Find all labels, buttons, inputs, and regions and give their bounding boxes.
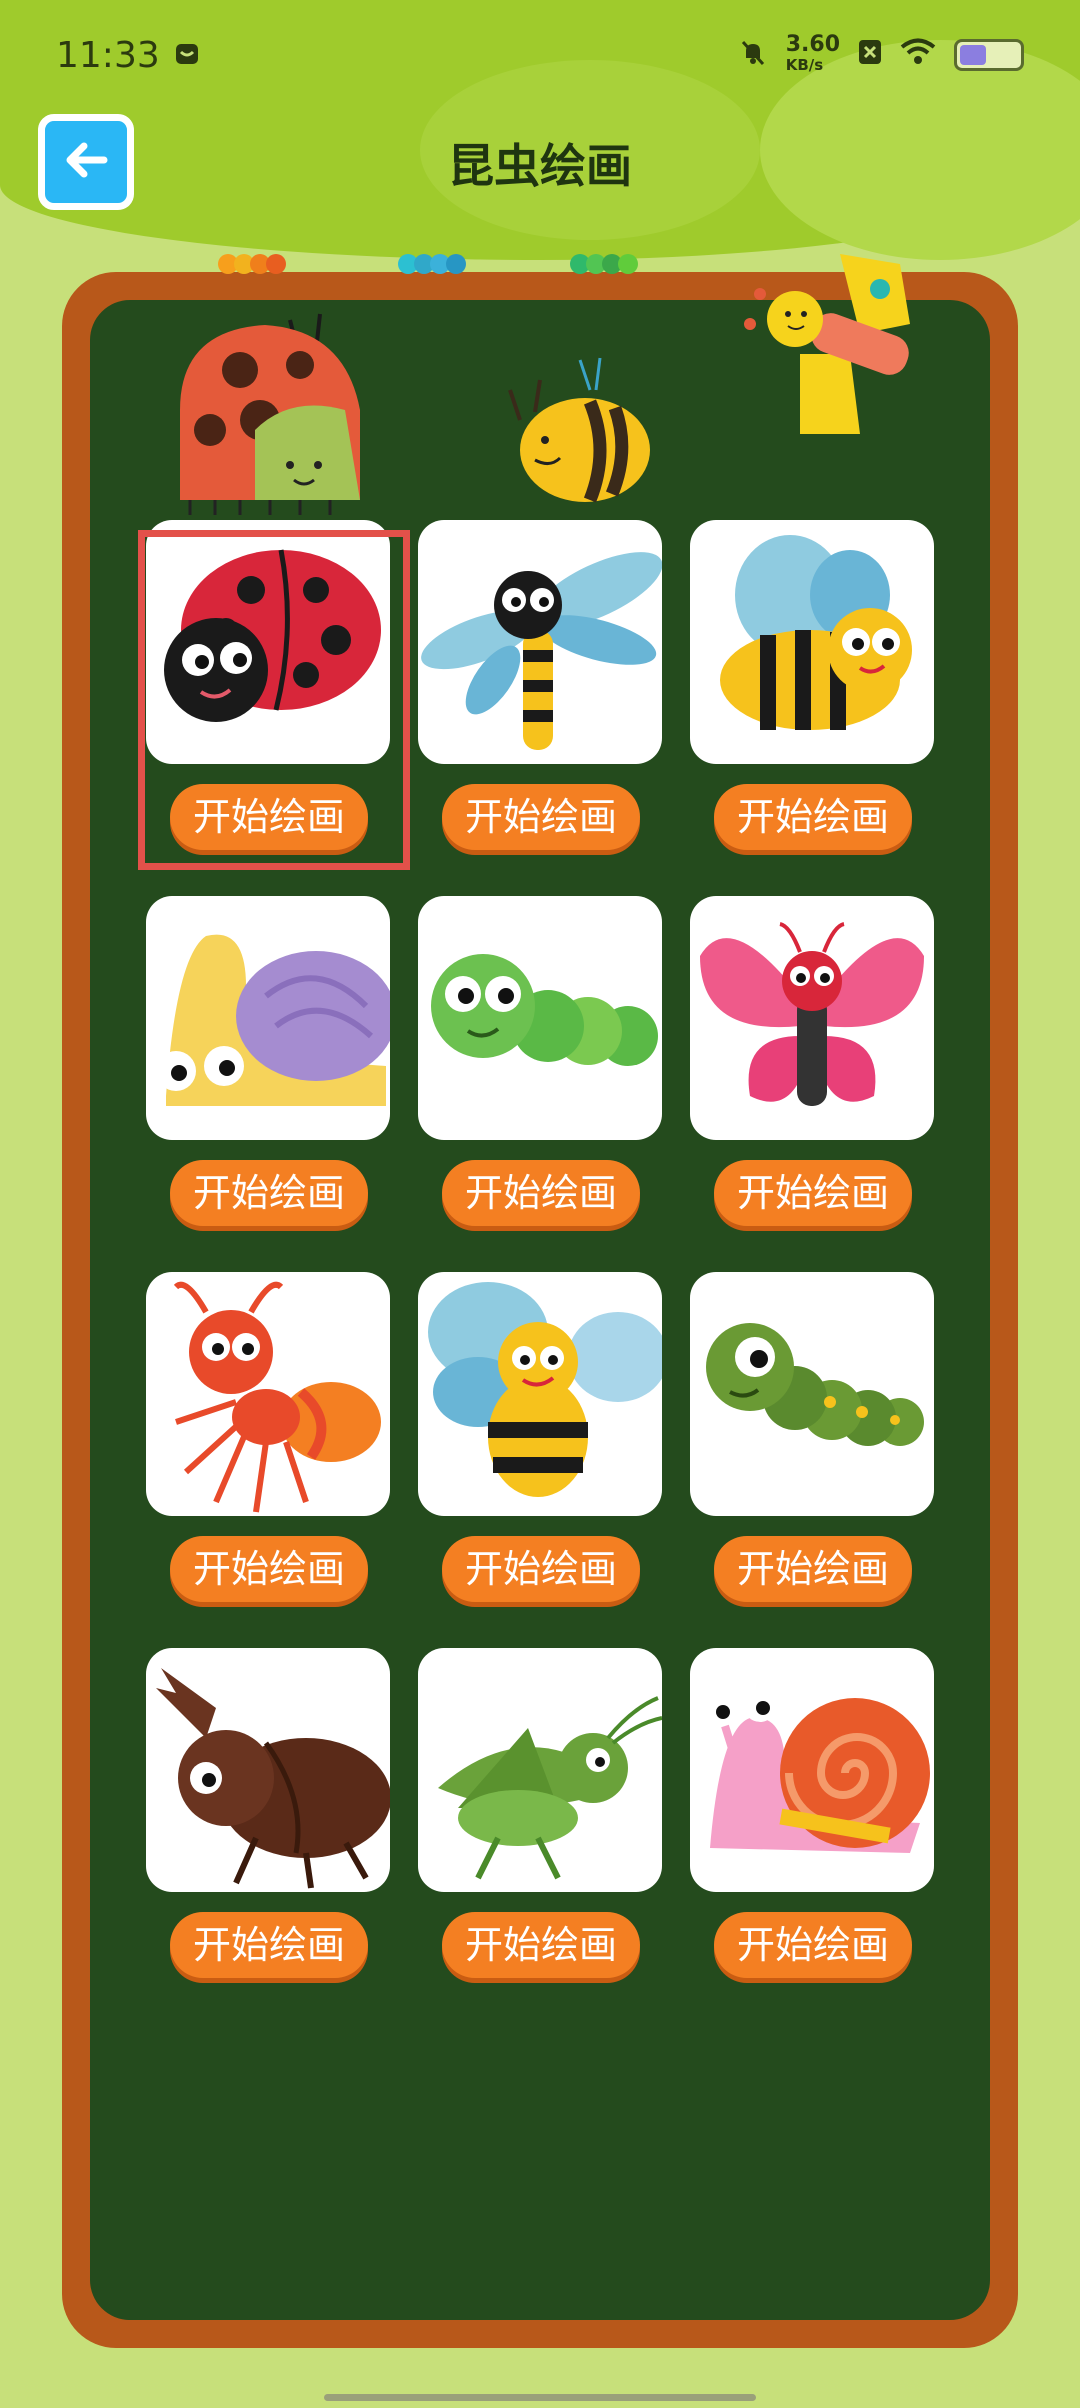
insect-card-grasshopper[interactable] [418, 1648, 662, 1892]
battery-icon [954, 39, 1024, 71]
start-drawing-button[interactable]: 开始绘画 [442, 784, 640, 850]
start-drawing-button[interactable]: 开始绘画 [714, 1160, 912, 1226]
start-drawing-button[interactable]: 开始绘画 [442, 1160, 640, 1226]
insect-card-snail-pink[interactable] [690, 1648, 934, 1892]
ant-decoration [398, 254, 466, 284]
start-drawing-button[interactable]: 开始绘画 [442, 1912, 640, 1978]
insect-card-snail-yellow[interactable] [146, 896, 390, 1140]
insect-card-ant-red[interactable] [146, 1272, 390, 1516]
network-speed: 3.60 KB/s [785, 32, 840, 75]
insect-card-butterfly-pink[interactable] [690, 896, 934, 1140]
insect-card-bee[interactable] [690, 520, 934, 764]
mute-icon [738, 37, 768, 73]
message-icon [174, 35, 200, 76]
butterfly-decoration [740, 244, 950, 458]
page-title: 昆虫绘画 [448, 139, 632, 193]
ladybug-decoration [170, 300, 380, 524]
insect-card-caterpillar-dark-green[interactable] [690, 1272, 934, 1516]
close-box-icon [858, 39, 882, 71]
ant-decoration [570, 254, 638, 284]
start-drawing-button[interactable]: 开始绘画 [714, 1912, 912, 1978]
start-drawing-button[interactable]: 开始绘画 [170, 1536, 368, 1602]
insect-card-bee-flying[interactable] [418, 1272, 662, 1516]
insect-card-dragonfly[interactable] [418, 520, 662, 764]
wifi-icon [900, 38, 936, 72]
home-indicator [324, 2394, 756, 2401]
selection-highlight [138, 530, 410, 870]
speed-value: 3.60 [785, 32, 840, 57]
start-drawing-button[interactable]: 开始绘画 [442, 1536, 640, 1602]
insect-card-beetle[interactable] [146, 1648, 390, 1892]
start-drawing-button[interactable]: 开始绘画 [170, 1912, 368, 1978]
status-time: 11:33 [56, 34, 160, 76]
speed-unit: KB/s [785, 56, 824, 74]
start-drawing-button[interactable]: 开始绘画 [714, 784, 912, 850]
status-bar: 11:33 3.60 KB/s [0, 0, 1080, 110]
start-drawing-button[interactable]: 开始绘画 [714, 1536, 912, 1602]
ant-decoration [218, 254, 286, 284]
bee-decoration [500, 350, 660, 514]
insect-card-caterpillar-green[interactable] [418, 896, 662, 1140]
start-drawing-button[interactable]: 开始绘画 [170, 1160, 368, 1226]
